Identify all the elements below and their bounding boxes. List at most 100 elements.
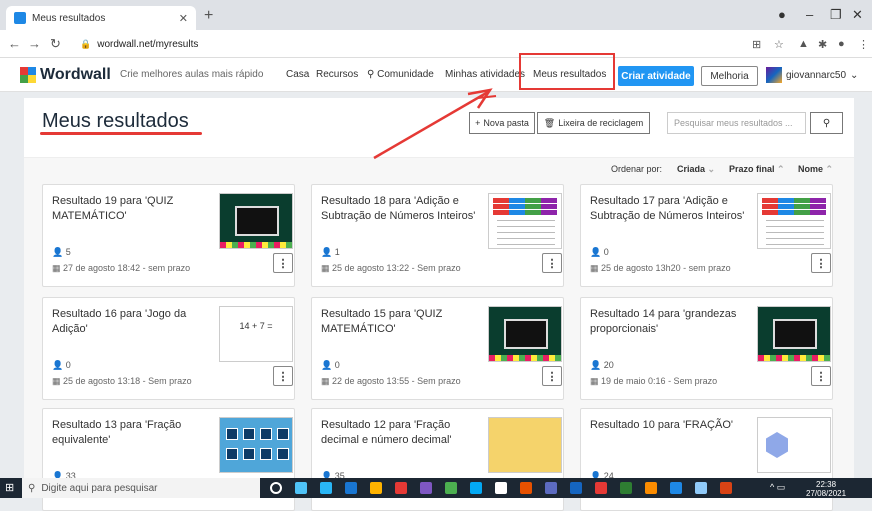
taskbar-search-field[interactable]: ⚲ Digite aqui para pesquisar <box>22 478 260 498</box>
profile-icon[interactable]: ● <box>838 38 845 50</box>
explorer-icon[interactable] <box>470 482 482 494</box>
store-icon[interactable] <box>370 482 382 494</box>
activity-thumbnail[interactable] <box>757 417 831 473</box>
upgrade-button[interactable]: Melhoria <box>701 66 758 86</box>
chrome-icon[interactable] <box>345 482 357 494</box>
puzzle-icon[interactable]: ✱ <box>818 38 827 51</box>
create-activity-button[interactable]: Criar atividade <box>618 66 694 86</box>
nav-recursos[interactable]: Recursos <box>316 69 358 80</box>
system-clock[interactable]: 22:38 27/08/2021 <box>806 480 846 498</box>
result-card[interactable]: Resultado 14 para 'grandezas proporciona… <box>580 297 833 400</box>
result-title[interactable]: Resultado 15 para 'QUIZ MATEMÁTICO' <box>321 307 481 337</box>
kebab-icon: ⋮ <box>277 257 289 270</box>
menu-dots-icon[interactable]: ⋮ <box>858 38 869 51</box>
close-window-icon[interactable]: ✕ <box>852 7 863 23</box>
chrome-alt-icon[interactable] <box>595 482 607 494</box>
kebab-icon: ⋮ <box>546 370 558 383</box>
result-date: ▦ 22 de agosto 13:55 - Sem prazo <box>321 376 461 387</box>
user-menu[interactable]: giovannarc50 ⌄ <box>766 67 858 83</box>
nav-casa[interactable]: Casa <box>286 69 309 80</box>
windows-start-icon[interactable]: ⊞ <box>5 481 14 494</box>
calendar-icon: ▦ <box>590 376 602 386</box>
person-icon: 👤 <box>52 247 66 257</box>
result-title[interactable]: Resultado 19 para 'QUIZ MATEMÁTICO' <box>52 194 212 224</box>
result-title[interactable]: Resultado 18 para 'Adição e Subtração de… <box>321 194 481 224</box>
tagline: Crie melhores aulas mais rápido <box>120 69 264 80</box>
card-menu-button[interactable]: ⋮ <box>273 253 293 273</box>
sort-nome-label: Nome <box>798 164 824 174</box>
new-tab-icon[interactable]: + <box>204 7 213 25</box>
sort-nome[interactable]: Nome ⌃ <box>798 164 833 175</box>
activity-thumbnail[interactable]: 14 + 7 = <box>219 306 293 362</box>
reload-icon[interactable]: ↻ <box>50 36 61 52</box>
result-title[interactable]: Resultado 16 para 'Jogo da Adição' <box>52 307 212 337</box>
cortana-icon[interactable] <box>270 482 282 494</box>
result-title[interactable]: Resultado 13 para 'Fração equivalente' <box>52 418 212 448</box>
calendar-icon: ▦ <box>321 376 333 386</box>
edge-icon[interactable] <box>445 482 457 494</box>
url-text: wordwall.net/myresults <box>97 38 199 50</box>
person-icon: 👤 <box>321 360 335 370</box>
url-field[interactable]: 🔒 wordwall.net/myresults <box>80 34 680 54</box>
activity-thumbnail[interactable] <box>488 306 562 362</box>
powerpoint-icon[interactable] <box>395 482 407 494</box>
record-icon[interactable]: ● <box>778 7 786 22</box>
result-card[interactable]: Resultado 18 para 'Adição e Subtração de… <box>311 184 564 287</box>
result-card[interactable]: Resultado 17 para 'Adição e Subtração de… <box>580 184 833 287</box>
card-menu-button[interactable]: ⋮ <box>542 253 562 273</box>
result-card[interactable]: Resultado 15 para 'QUIZ MATEMÁTICO' 👤 0 ▦ … <box>311 297 564 400</box>
back-icon[interactable]: ← <box>8 36 21 51</box>
word-icon[interactable] <box>570 482 582 494</box>
office-icon[interactable] <box>520 482 532 494</box>
nav-comunidade[interactable]: ⚲ Comunidade <box>367 69 434 80</box>
activity-thumbnail[interactable] <box>757 306 831 362</box>
nav-minhas-atividades[interactable]: Minhas atividades <box>445 69 525 80</box>
extension-icon[interactable]: ▲ <box>798 38 809 50</box>
result-title[interactable]: Resultado 17 para 'Adição e Subtração de… <box>590 194 750 224</box>
activity-thumbnail[interactable] <box>488 193 562 249</box>
recycle-bin-button[interactable]: 🗑 Lixeira de reciclagem <box>537 112 650 134</box>
search-button[interactable]: ⚲ <box>810 112 843 134</box>
card-menu-button[interactable]: ⋮ <box>542 366 562 386</box>
card-menu-button[interactable]: ⋮ <box>811 253 831 273</box>
excel-icon[interactable] <box>620 482 632 494</box>
task-view-icon[interactable] <box>295 482 307 494</box>
activity-thumbnail[interactable] <box>219 193 293 249</box>
search-input[interactable]: Pesquisar meus resultados ... <box>667 112 806 134</box>
participant-count-value: 0 <box>65 360 71 370</box>
address-bar: ← → ↻ 🔒 wordwall.net/myresults ⊞ ☆ ▲ ✱ ●… <box>0 30 872 58</box>
participant-count-value: 1 <box>334 247 340 257</box>
activity-thumbnail[interactable] <box>757 193 831 249</box>
teams-icon[interactable] <box>320 482 332 494</box>
paint-icon[interactable] <box>545 482 557 494</box>
forward-icon[interactable]: → <box>28 36 41 51</box>
pen-icon[interactable] <box>695 482 707 494</box>
activity-thumbnail[interactable] <box>219 417 293 473</box>
bookmark-star-icon[interactable]: ☆ <box>774 38 784 51</box>
word-alt-icon[interactable] <box>670 482 682 494</box>
card-menu-button[interactable]: ⋮ <box>273 366 293 386</box>
minimize-icon[interactable]: – <box>806 7 813 22</box>
system-tray-icon[interactable]: ^ ▭ <box>770 482 785 493</box>
translate-icon[interactable]: ⊞ <box>752 38 761 51</box>
result-title[interactable]: Resultado 14 para 'grandezas proporciona… <box>590 307 750 337</box>
browser-tab[interactable]: Meus resultados ✕ <box>6 6 196 30</box>
notes-icon[interactable] <box>495 482 507 494</box>
powerpoint-alt-icon[interactable] <box>720 482 732 494</box>
result-card[interactable]: Resultado 16 para 'Jogo da Adição' 14 + 7… <box>42 297 295 400</box>
card-menu-button[interactable]: ⋮ <box>811 366 831 386</box>
sort-prazo-final[interactable]: Prazo final ⌃ <box>729 164 785 175</box>
result-card[interactable]: Resultado 19 para 'QUIZ MATEMÁTICO' 👤 5 ▦ … <box>42 184 295 287</box>
photos-icon[interactable] <box>645 482 657 494</box>
mail-icon[interactable] <box>420 482 432 494</box>
result-title[interactable]: Resultado 10 para 'FRAÇÃO' <box>590 418 750 433</box>
calendar-icon: ▦ <box>52 263 64 273</box>
activity-thumbnail[interactable] <box>488 417 562 473</box>
wordwall-logo[interactable]: Wordwall <box>20 66 111 84</box>
calendar-icon: ▦ <box>52 376 64 386</box>
trash-icon: 🗑 <box>543 117 556 128</box>
restore-icon[interactable]: ❐ <box>830 7 842 23</box>
result-title[interactable]: Resultado 12 para 'Fração decimal e núme… <box>321 418 481 448</box>
sort-criada[interactable]: Criada ⌄ <box>677 164 715 175</box>
close-tab-icon[interactable]: ✕ <box>179 12 188 25</box>
